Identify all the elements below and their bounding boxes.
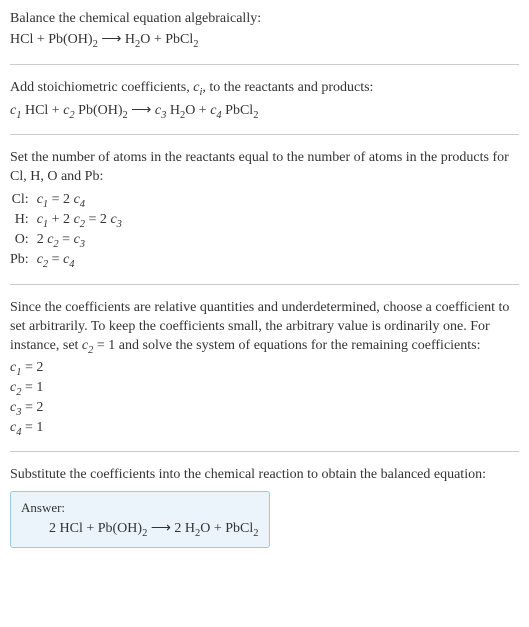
answer-label: Answer:: [21, 500, 259, 516]
val: = 2: [21, 360, 43, 375]
atom-balance-table: Cl: c1 = 2 c4 H: c1 + 2 c2 = 2 c3 O: 2 c…: [10, 191, 128, 270]
solution-line: c2 = 1: [10, 380, 519, 398]
substitute-intro: Substitute the coefficients into the che…: [10, 466, 519, 485]
equation-cell: c1 + 2 c2 = 2 c3: [37, 211, 128, 231]
text: H: [166, 103, 180, 118]
n: 3: [80, 239, 85, 250]
text: PbCl: [222, 103, 254, 118]
section-problem: Balance the chemical equation algebraica…: [10, 10, 519, 50]
element-label: O:: [10, 231, 37, 251]
add-coef-intro: Add stoichiometric coefficients, ci, to …: [10, 79, 519, 100]
n: 4: [69, 258, 74, 269]
sub: 2: [253, 109, 258, 120]
section-add-coefficients: Add stoichiometric coefficients, ci, to …: [10, 79, 519, 121]
op: + 2: [48, 212, 73, 227]
balanced-equation: 2 HCl + Pb(OH)2 ⟶ 2 H2O + PbCl2: [21, 520, 259, 539]
solve-intro: Since the coefficients are relative quan…: [10, 299, 519, 358]
text: = 1 and solve the system of equations fo…: [93, 338, 480, 353]
element-label: Cl:: [10, 191, 37, 211]
text: ⟶ 2 H: [147, 521, 195, 536]
table-row: Cl: c1 = 2 c4: [10, 191, 128, 211]
sub: 2: [253, 528, 258, 539]
op: = 2: [48, 192, 73, 207]
eq-lhs: HCl + Pb(OH): [10, 32, 93, 47]
arrow: ⟶ H: [98, 32, 135, 47]
divider: [10, 134, 519, 135]
op: = 2: [85, 212, 110, 227]
table-row: Pb: c2 = c4: [10, 251, 128, 271]
val: = 1: [21, 420, 43, 435]
eq-rhs: O + PbCl: [140, 32, 193, 47]
n: 3: [117, 219, 122, 230]
atom-balance-intro: Set the number of atoms in the reactants…: [10, 149, 519, 187]
table-row: O: 2 c2 = c3: [10, 231, 128, 251]
equation-cell: c1 = 2 c4: [37, 191, 128, 211]
divider: [10, 64, 519, 65]
solution-line: c4 = 1: [10, 420, 519, 438]
val: = 2: [21, 400, 43, 415]
section-answer: Substitute the coefficients into the che…: [10, 466, 519, 548]
text: Add stoichiometric coefficients,: [10, 80, 193, 95]
divider: [10, 451, 519, 452]
divider: [10, 284, 519, 285]
table-row: H: c1 + 2 c2 = 2 c3: [10, 211, 128, 231]
text: 2 HCl + Pb(OH): [49, 521, 142, 536]
unbalanced-equation: HCl + Pb(OH)2 ⟶ H2O + PbCl2: [10, 31, 519, 50]
solution-line: c3 = 2: [10, 400, 519, 418]
text: O +: [185, 103, 210, 118]
text: , to the reactants and products:: [202, 80, 373, 95]
problem-intro: Balance the chemical equation algebraica…: [10, 10, 519, 29]
op: =: [59, 232, 74, 247]
op: =: [48, 252, 63, 267]
num: 2: [37, 232, 48, 247]
section-atom-balance: Set the number of atoms in the reactants…: [10, 149, 519, 270]
n: 4: [80, 199, 85, 210]
arrow: ⟶: [128, 103, 155, 118]
equation-cell: 2 c2 = c3: [37, 231, 128, 251]
solution-line: c1 = 2: [10, 360, 519, 378]
text: Pb(OH): [75, 103, 123, 118]
text: O + PbCl: [200, 521, 253, 536]
val: = 1: [21, 380, 43, 395]
answer-box: Answer: 2 HCl + Pb(OH)2 ⟶ 2 H2O + PbCl2: [10, 491, 270, 548]
equation-cell: c2 = c4: [37, 251, 128, 271]
element-label: Pb:: [10, 251, 37, 271]
sub-2: 2: [193, 39, 198, 50]
element-label: H:: [10, 211, 37, 231]
coef-equation: c1 HCl + c2 Pb(OH)2 ⟶ c3 H2O + c4 PbCl2: [10, 102, 519, 121]
text: HCl +: [21, 103, 63, 118]
section-solve: Since the coefficients are relative quan…: [10, 299, 519, 437]
